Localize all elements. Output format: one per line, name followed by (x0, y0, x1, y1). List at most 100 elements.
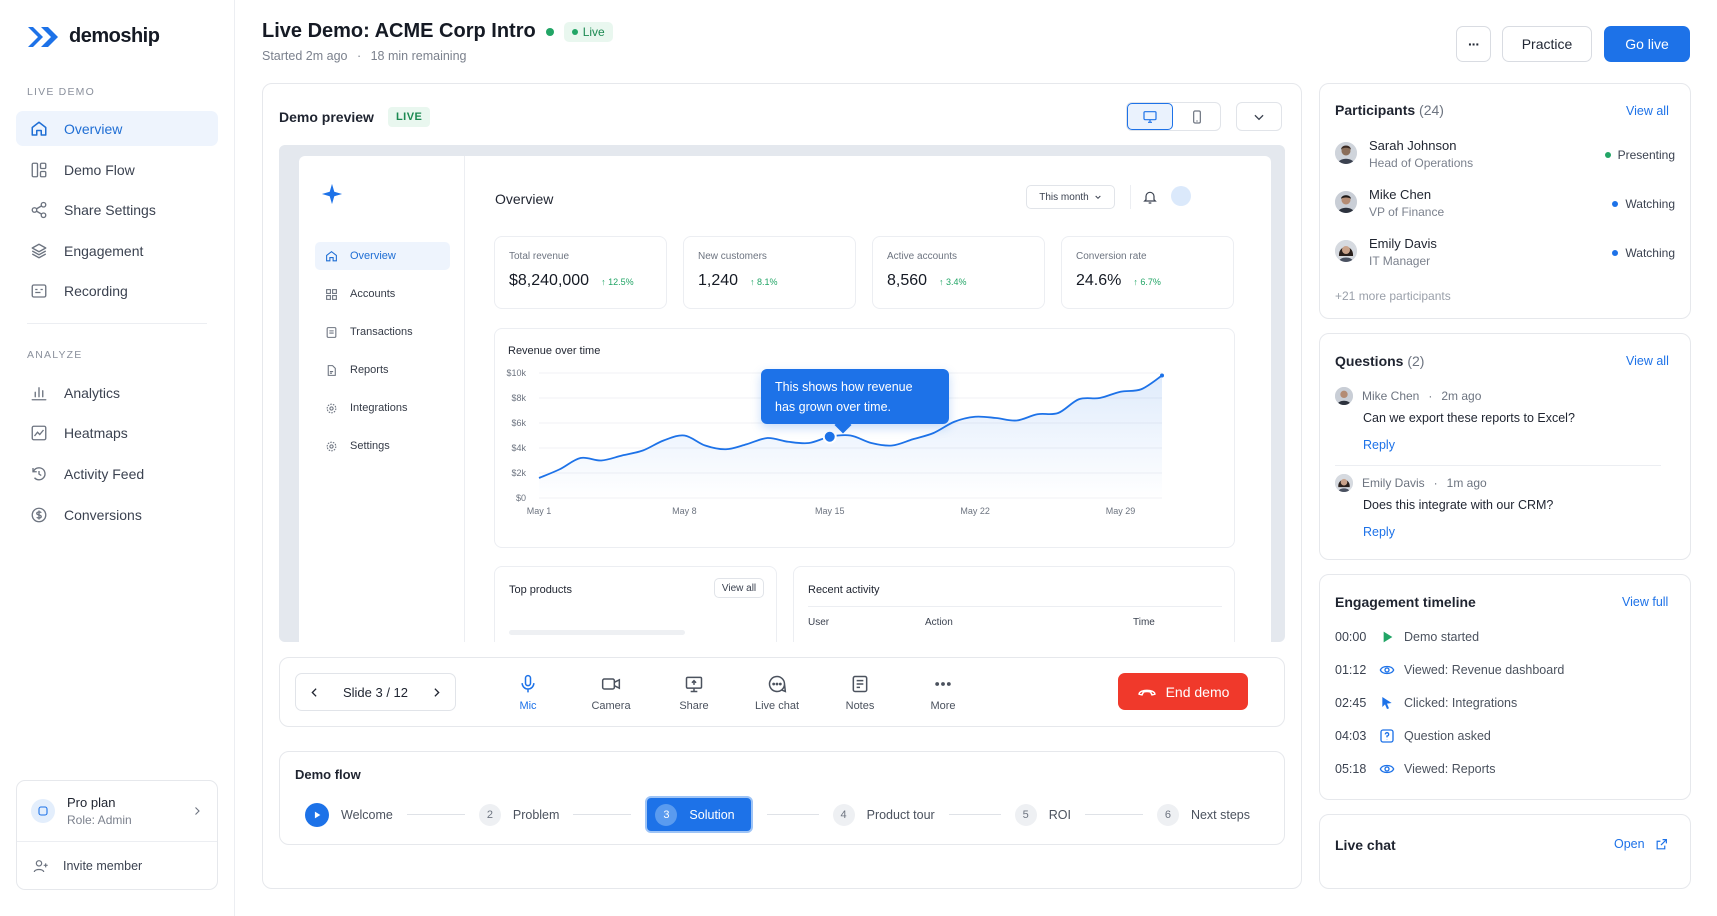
table-header-action: Action (925, 617, 953, 628)
home-icon (31, 121, 47, 136)
more-participants-link[interactable]: +21 more participants (1335, 289, 1451, 303)
cog-icon (326, 403, 337, 413)
sidebar-item-overview[interactable]: Overview (16, 111, 218, 146)
sidebar-item-conversions[interactable]: Conversions (16, 497, 218, 532)
desktop-view-button[interactable] (1127, 103, 1173, 130)
flow-step-welcome[interactable]: Welcome (305, 802, 393, 827)
sidebar-item-share-settings[interactable]: Share Settings (16, 192, 218, 227)
chevron-left-icon[interactable] (308, 686, 321, 699)
practice-button[interactable]: Practice (1502, 26, 1592, 62)
brand-logo[interactable]: demoship (27, 25, 160, 48)
avatar (1335, 240, 1357, 262)
plan-button[interactable]: Pro plan Role: Admin (17, 781, 217, 842)
question-item: Emily Davis · 1m ago Does this integrate w… (1335, 474, 1675, 539)
y-tick-label: $0 (516, 493, 526, 503)
questions-view-all-link[interactable]: View all (1626, 354, 1669, 368)
add-user-icon (33, 860, 48, 873)
inner-nav-transactions[interactable]: Transactions (315, 318, 450, 346)
timeline-event: 02:45 Clicked: Integrations (1335, 696, 1518, 710)
sidebar-item-recording[interactable]: Recording (16, 273, 218, 308)
more-dots-icon: ··· (1468, 36, 1480, 52)
camera-button[interactable]: Camera (581, 674, 641, 712)
sidebar-item-engagement[interactable]: Engagement (16, 233, 218, 268)
x-tick-label: May 22 (960, 506, 990, 516)
y-tick-label: $6k (511, 418, 526, 428)
cursor-icon (1382, 697, 1392, 709)
document-icon (327, 364, 336, 376)
sidebar-item-demo-flow[interactable]: Demo Flow (16, 152, 218, 187)
question-icon (1380, 729, 1394, 743)
reply-link[interactable]: Reply (1363, 525, 1675, 539)
demo-flow-steps: Welcome 2 Problem 3 Solution 4 Product tour… (305, 796, 1250, 833)
sidebar-divider (27, 323, 207, 324)
reply-link[interactable]: Reply (1363, 438, 1675, 452)
flow-step-roi[interactable]: 5 ROI (1014, 803, 1071, 826)
flow-step-product-tour[interactable]: 4 Product tour (832, 803, 935, 826)
flow-step-solution[interactable]: 3 Solution (645, 796, 753, 833)
view-all-products-button[interactable]: View all (714, 578, 764, 598)
avatar (1335, 387, 1353, 405)
question-text: Does this integrate with our CRM? (1363, 498, 1554, 512)
inner-nav-reports[interactable]: Reports (315, 356, 450, 384)
participant-row[interactable]: Mike Chen VP of Finance Watching (1335, 187, 1675, 219)
share-screen-button[interactable]: Share (664, 674, 724, 712)
inner-nav-overview[interactable]: Overview (315, 242, 450, 270)
participants-title: Participants (24) (1335, 102, 1444, 118)
inner-nav-integrations[interactable]: Integrations (315, 394, 450, 422)
more-button[interactable]: More (913, 674, 973, 712)
end-demo-button[interactable]: End demo (1118, 673, 1248, 710)
participant-row[interactable]: Sarah Johnson Head of Operations Presenti… (1335, 138, 1675, 170)
live-chat-button[interactable]: Live chat (747, 674, 807, 712)
sidebar-item-label: Activity Feed (64, 465, 145, 482)
sidebar-item-analytics[interactable]: Analytics (16, 375, 218, 410)
mobile-view-button[interactable] (1173, 103, 1220, 130)
notes-icon (852, 675, 868, 693)
live-chat-open-link[interactable]: Open (1614, 837, 1668, 851)
x-tick-label: May 1 (527, 506, 552, 516)
participant-row[interactable]: Emily Davis IT Manager Watching (1335, 236, 1675, 268)
flow-step-problem[interactable]: 2 Problem (478, 803, 559, 826)
table-header-user: User (808, 617, 830, 628)
live-badge: LIVE (387, 107, 431, 127)
page-header: Live Demo: ACME Corp Intro Live (262, 20, 613, 43)
sidebar-item-heatmaps[interactable]: Heatmaps (16, 415, 218, 450)
invite-member-button[interactable]: Invite member (17, 842, 217, 890)
kpi-card-customers: New customers 1,240 ↑ 8.1% (683, 236, 856, 309)
sidebar-item-label: Heatmaps (64, 424, 128, 441)
question-time: 2m ago (1441, 389, 1482, 403)
notes-button[interactable]: Notes (830, 674, 890, 712)
flow-connector (573, 814, 632, 815)
sidebar-item-activity-feed[interactable]: Activity Feed (16, 456, 218, 491)
y-tick-label: $4k (511, 443, 526, 453)
inner-nav-settings[interactable]: Settings (315, 432, 450, 460)
plan-card: Pro plan Role: Admin Invite member (16, 780, 218, 890)
more-options-button[interactable]: ··· (1456, 26, 1491, 62)
play-icon (1383, 631, 1393, 643)
user-avatar[interactable] (1171, 186, 1191, 206)
timeline-event: 04:03 Question asked (1335, 729, 1491, 743)
plan-icon (31, 799, 55, 823)
flow-step-next-steps[interactable]: 6 Next steps (1156, 803, 1250, 826)
participants-view-all-link[interactable]: View all (1626, 104, 1669, 118)
share-icon (31, 201, 47, 218)
table-header-time: Time (1133, 617, 1155, 628)
bell-icon[interactable] (1142, 189, 1158, 205)
go-live-button[interactable]: Go live (1604, 26, 1690, 62)
date-range-select[interactable]: This month (1026, 185, 1115, 209)
highlight-point (822, 429, 837, 444)
preview-options-dropdown[interactable] (1236, 102, 1282, 131)
inner-nav-accounts[interactable]: Accounts (315, 280, 450, 308)
kpi-card-conversion: Conversion rate 24.6% ↑ 6.7% (1061, 236, 1234, 309)
revenue-line-chart: $0 $2k $4k $6k $8k $10k May 1 May 8 May 15 May 22… (506, 368, 1164, 516)
monitor-icon (1143, 110, 1157, 123)
question-item: Mike Chen · 2m ago Can we export these rep… (1335, 387, 1675, 452)
eye-icon (1379, 764, 1395, 774)
remaining-text: 18 min remaining (370, 49, 467, 63)
guide-tooltip[interactable]: This shows how revenue has grown over ti… (761, 369, 949, 424)
mic-button[interactable]: Mic (498, 674, 558, 712)
chevron-right-icon[interactable] (430, 686, 443, 699)
y-tick-label: $2k (511, 468, 526, 478)
chevron-down-icon (1095, 195, 1101, 200)
timeline-view-full-link[interactable]: View full (1622, 595, 1668, 609)
flow-icon (31, 162, 47, 177)
